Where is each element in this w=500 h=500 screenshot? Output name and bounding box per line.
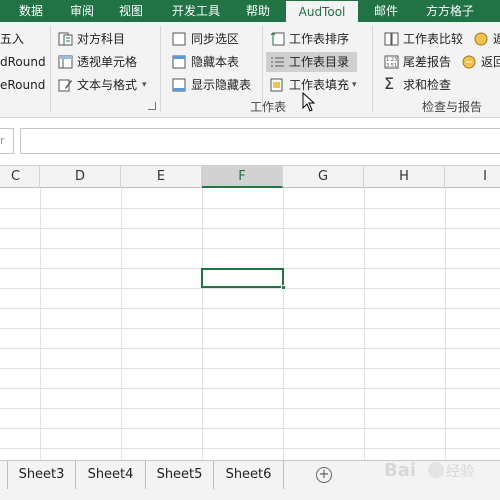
column-header-c[interactable]: C [0,166,40,188]
mouse-cursor-icon [302,92,316,112]
tab-view[interactable]: 视图 [114,0,148,22]
svg-text:3.51: 3.51 [386,63,397,69]
tab-fangfang[interactable]: 方方格子 [418,0,482,22]
excel-window: { "tabs": ["数据", "审阅", "视图", "开发工具", "帮助… [0,0,500,500]
sheet-list-icon [271,57,284,67]
fill-icon [270,78,283,92]
svg-text:经验: 经验 [446,464,474,480]
return-back-icon [462,55,476,69]
tab-help[interactable]: 帮助 [240,0,276,22]
compare-icon [384,32,399,46]
dialog-launcher-icon[interactable] [148,102,156,110]
column-header-i[interactable]: I [445,166,500,188]
column-header-h[interactable]: H [364,166,445,188]
column-header-f[interactable]: F [202,166,283,188]
ribbon-tab-bar: 数据 审阅 视图 开发工具 帮助 AudTool 邮件 方方格子 [0,0,500,22]
tab-mail[interactable]: 邮件 [368,0,404,22]
cell-grid[interactable] [0,188,500,460]
checkbox-icon [172,32,186,46]
sheet-tab-sheet5[interactable]: Sheet5 [146,461,214,489]
tab-developer[interactable]: 开发工具 [166,0,226,22]
show-sheets-icon [172,78,186,92]
ribbon: 五入 dRound eRound 对方科目 透视单元格 文本与格式 ▾ 同步选区… [0,22,500,118]
chevron-down-icon: ▾ [142,80,147,90]
text-format-icon [58,79,72,92]
ribbon-divider [160,26,161,112]
active-cell[interactable] [201,268,284,288]
svg-text:Bai: Bai [384,460,416,481]
tab-review[interactable]: 审阅 [66,0,98,22]
fill-handle[interactable] [281,285,286,290]
baidu-watermark: Bai 经验 [384,460,474,481]
chevron-down-icon: ▾ [352,80,357,90]
add-sheet-icon[interactable]: + [316,467,332,483]
sheet-tab-partial[interactable] [0,461,8,489]
hide-sheet-icon [172,55,186,69]
column-header-d[interactable]: D [40,166,121,188]
column-header-e[interactable]: E [121,166,202,188]
report-icon: 1.233.51 [384,55,399,69]
sheet-tab-sheet6[interactable]: Sheet6 [214,461,284,489]
group-label-worksheet: 工作表 [250,100,287,114]
sort-sheets-button[interactable]: 工作表排序 [270,29,356,49]
column-header-g[interactable]: G [283,166,364,188]
sheet-directory-button[interactable]: 工作表目录 [266,52,357,72]
group-label-check-report: 检查与报告 [422,100,483,114]
name-box[interactable]: r [0,128,14,154]
sheet-tab-sheet3[interactable]: Sheet3 [8,461,76,489]
tab-audtool[interactable]: AudTool [286,1,358,22]
counter-account-icon [58,32,73,46]
tab-data[interactable]: 数据 [14,0,48,22]
formula-bar: r [0,118,500,166]
sheet-tab-sheet4[interactable]: Sheet4 [76,461,146,489]
pivot-cell-icon [58,55,73,69]
sort-icon [270,32,285,46]
sigma-icon: Σ [384,74,395,93]
ribbon-divider [372,26,373,112]
return-icon [474,32,488,46]
column-header-row: C D E F G H I [0,166,500,188]
formula-input[interactable] [20,128,500,154]
ribbon-divider [50,26,51,112]
